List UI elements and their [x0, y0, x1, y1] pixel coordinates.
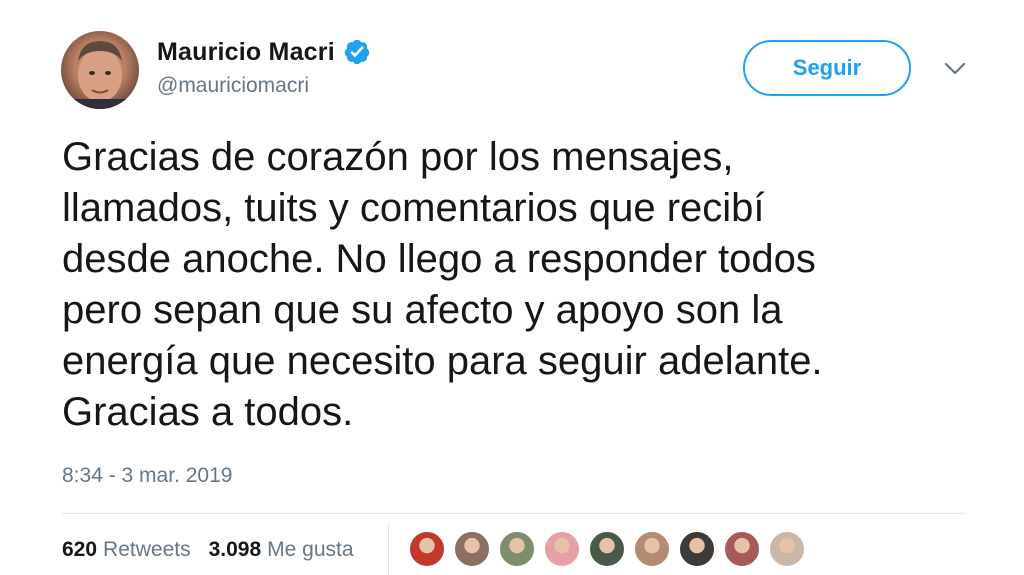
liker-avatar-8[interactable]	[723, 530, 761, 568]
tweet-text: Gracias de corazón por los mensajes, lla…	[62, 135, 823, 434]
tweet-timestamp[interactable]: 8:34 - 3 mar. 2019	[62, 464, 232, 488]
stats-divider	[62, 513, 966, 514]
likers-avatars	[408, 530, 813, 568]
liker-avatar-7[interactable]	[678, 530, 716, 568]
likes-count[interactable]: 3.098	[209, 538, 262, 562]
author-name-row: Mauricio Macri	[157, 34, 371, 70]
follow-button[interactable]: Seguir	[743, 40, 911, 96]
author-avatar[interactable]	[61, 31, 139, 109]
liker-avatar-9[interactable]	[768, 530, 806, 568]
face-portrait-icon	[71, 41, 129, 109]
retweets-label[interactable]: Retweets	[103, 538, 191, 562]
author-name[interactable]: Mauricio Macri	[157, 38, 335, 67]
liker-avatar-4[interactable]	[543, 530, 581, 568]
verified-badge-icon	[344, 39, 370, 65]
retweets-count[interactable]: 620	[62, 538, 97, 562]
liker-avatar-6[interactable]	[633, 530, 671, 568]
author-info: Mauricio Macri @mauriciomacri	[157, 34, 371, 98]
liker-avatar-1[interactable]	[408, 530, 446, 568]
stats-separator	[388, 522, 389, 575]
tweet-stats: 620 Retweets 3.098 Me gusta	[62, 536, 354, 564]
liker-avatar-3[interactable]	[498, 530, 536, 568]
liker-avatar-5[interactable]	[588, 530, 626, 568]
author-handle[interactable]: @mauriciomacri	[157, 74, 371, 98]
chevron-down-icon[interactable]	[944, 62, 966, 76]
liker-avatar-2[interactable]	[453, 530, 491, 568]
likes-label[interactable]: Me gusta	[267, 538, 353, 562]
tweet-card: Mauricio Macri @mauriciomacri Seguir Gra…	[0, 0, 1024, 575]
